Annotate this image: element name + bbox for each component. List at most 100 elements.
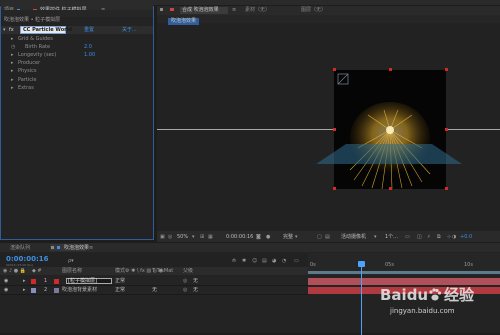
motion-blur-icon[interactable]: ◕ (272, 259, 276, 264)
property-row-longevity[interactable]: ▸ Longevity (sec) 1.00 (1, 52, 153, 60)
effect-name-label: CC Particle World (23, 27, 72, 33)
property-row-birth-rate[interactable]: ◷ Birth Rate 2.0 (1, 44, 153, 52)
label-color-swatch[interactable] (31, 279, 36, 284)
horizon-guide-line (157, 129, 500, 130)
graph-editor-icon[interactable]: ◔ (282, 259, 286, 264)
pickwhip-icon[interactable]: ◎ (183, 279, 187, 284)
effect-controls-subtitle: 吹泡泡效果 • 粒子模拟层 (4, 17, 61, 23)
chevron-down-icon[interactable]: ▾ (192, 235, 195, 240)
draft-3d-icon[interactable]: ✱ (242, 259, 246, 264)
particle-floor-plane (316, 144, 462, 164)
longevity-value[interactable]: 1.00 (84, 53, 95, 58)
transform-handle[interactable] (389, 68, 392, 71)
layer-name[interactable]: 吹泡泡背景素材 (62, 288, 97, 293)
graph-icon[interactable]: ▭ (294, 259, 299, 264)
visibility-eye-icon[interactable]: ◉ (4, 288, 8, 293)
lock-icon[interactable] (170, 8, 174, 11)
transform-handle[interactable] (445, 68, 448, 71)
exposure-value[interactable]: +0.0 (460, 235, 472, 240)
camera-dropdown[interactable]: 活动摄像机 (341, 235, 366, 240)
property-row-grid-guides[interactable]: ▸ Grid & Guides (1, 36, 153, 44)
visibility-eye-icon[interactable]: ◉ (4, 279, 8, 284)
column-trkmat[interactable]: T TrkMat (152, 269, 173, 274)
timeline-timecode[interactable]: 0:00:00:16 (6, 256, 49, 263)
composition-subtab[interactable]: 吹泡泡效果 (168, 18, 200, 25)
transform-handle[interactable] (333, 128, 336, 131)
grid-icon[interactable]: ▣ (160, 235, 165, 240)
shy-icon[interactable]: ☺ (252, 259, 257, 264)
ruler-tick-label: 05s (385, 262, 394, 268)
playhead[interactable] (358, 261, 365, 267)
watermark-url: jingyan.baidu.com (390, 307, 455, 315)
layer-duration-bar[interactable] (308, 278, 500, 285)
reset-link[interactable]: 重置 (84, 28, 94, 33)
expand-triangle-icon[interactable]: ▾ (3, 28, 6, 33)
column-layer-name[interactable]: 图层名称 (62, 269, 82, 274)
camera-icon[interactable]: ◙ (256, 235, 261, 240)
pickwhip-icon[interactable]: ◎ (183, 288, 187, 293)
3d-icon[interactable]: ▤ (325, 235, 330, 240)
tab-footage[interactable]: 素材（无） (245, 8, 270, 13)
chevron-down-icon[interactable]: ▾ (295, 235, 298, 240)
fx-icon[interactable]: fx (9, 28, 14, 33)
region-icon[interactable]: ▢ (317, 235, 322, 240)
fast-preview-icon[interactable]: ⚡ (427, 235, 431, 240)
mask-icon[interactable]: ◎ (168, 235, 172, 240)
ruler-tick-label: 0s (310, 262, 316, 268)
transform-handle[interactable] (445, 128, 448, 131)
transparency-grid-icon[interactable]: ▦ (208, 235, 213, 240)
transform-handle[interactable] (389, 187, 392, 190)
expand-triangle-icon[interactable]: ▸ (23, 279, 26, 284)
property-row-particle[interactable]: ▸ Particle (1, 77, 153, 85)
exposure-icon[interactable]: ◑ (452, 235, 456, 240)
timeline-icon[interactable]: ⧉ (437, 235, 441, 240)
views-dropdown[interactable]: 1个... (385, 235, 398, 240)
column-parent[interactable]: 父级 (183, 269, 193, 274)
birth-rate-value[interactable]: 2.0 (84, 45, 92, 50)
layer-row-1[interactable]: ◉ ▸ 1 [粒子模拟层] 正常 ◎ 无 (0, 277, 308, 286)
label-color-swatch[interactable] (31, 288, 36, 293)
transform-handle[interactable] (333, 68, 336, 71)
close-icon[interactable] (160, 8, 163, 11)
work-area-bar[interactable] (308, 271, 500, 274)
expand-triangle-icon[interactable]: ▸ (23, 288, 26, 293)
transform-handle[interactable] (445, 187, 448, 190)
current-time-display[interactable]: 0:00:00:16 (226, 235, 253, 240)
search-input[interactable]: ρ▾ (68, 259, 74, 264)
comp-icon (57, 246, 60, 249)
solid-layer-icon (54, 279, 59, 284)
tab-layer[interactable]: 图层（无） (301, 8, 326, 13)
comp-marker-icon[interactable]: ⟰ (232, 259, 236, 264)
property-row-extras[interactable]: ▸ Extras (1, 85, 153, 93)
layer-mode-dropdown[interactable]: 正常 (115, 279, 125, 284)
property-row-producer[interactable]: ▸ Producer (1, 60, 153, 68)
stopwatch-icon[interactable]: ◷ (11, 45, 15, 50)
panel-menu-icon[interactable]: ≡ (89, 246, 93, 251)
layer-mode-dropdown[interactable]: 正常 (115, 288, 125, 293)
composition-tab-label: 合成 吹泡泡效果 (182, 7, 219, 13)
layer-trkmat-dropdown[interactable]: 无 (152, 288, 157, 293)
column-mode[interactable]: 模式 (115, 269, 125, 274)
layer-parent-dropdown[interactable]: 无 (193, 279, 198, 284)
tab-render-queue[interactable]: 渲染队列 (10, 246, 30, 251)
resolution-dropdown[interactable]: 完整 (283, 235, 293, 240)
layer-parent-dropdown[interactable]: 无 (193, 288, 198, 293)
panel-menu-icon[interactable]: ≡ (232, 8, 236, 13)
fit-icon[interactable]: ⊞ (200, 235, 204, 240)
layer-row-2[interactable]: ◉ ▸ 2 吹泡泡背景素材 正常 无 ◎ 无 (0, 286, 308, 295)
playhead-line[interactable] (361, 262, 362, 335)
snapshot-icon[interactable]: ◫ (417, 235, 422, 240)
close-icon[interactable] (51, 246, 54, 249)
transform-handle[interactable] (333, 187, 336, 190)
color-icon[interactable]: ● (266, 235, 270, 240)
zoom-dropdown[interactable]: 50% (177, 235, 188, 240)
flowchart-icon[interactable]: ⊹ (447, 235, 451, 240)
chevron-down-icon[interactable]: ▾ (374, 235, 377, 240)
toggle-icon[interactable]: ▭ (405, 235, 410, 240)
watermark-brand: Baidu (380, 286, 429, 304)
composition-canvas[interactable] (334, 70, 446, 190)
property-row-physics[interactable]: ▸ Physics (1, 68, 153, 76)
frame-blend-icon[interactable]: ▤ (262, 259, 267, 264)
timeline-tab-label: 吹泡泡效果 (64, 245, 90, 251)
about-link[interactable]: 关于... (122, 28, 137, 33)
